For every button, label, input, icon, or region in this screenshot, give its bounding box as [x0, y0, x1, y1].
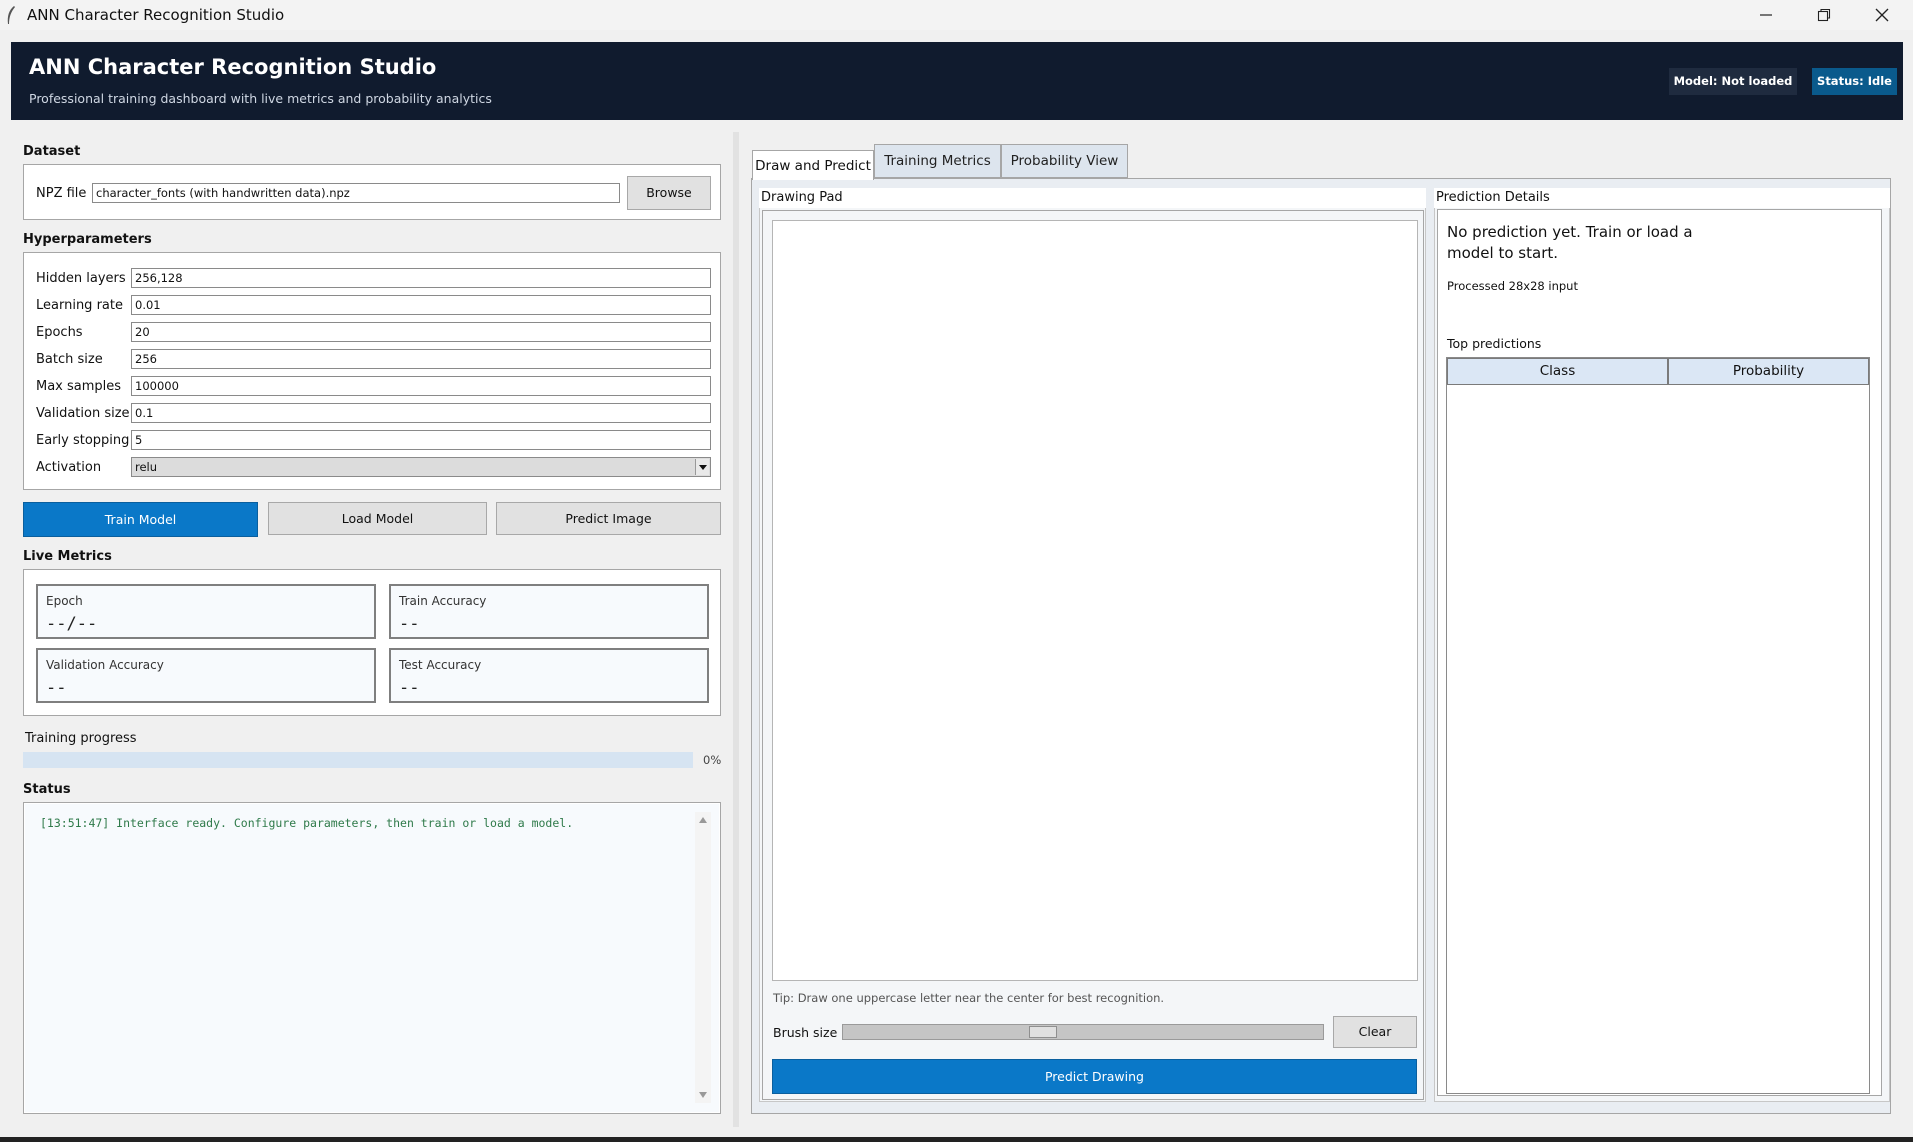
brush-size-slider-thumb[interactable]: [1029, 1026, 1057, 1038]
train-accuracy-label: Train Accuracy: [399, 594, 487, 608]
model-status-badge: Model: Not loaded: [1669, 68, 1797, 95]
tab-probability-view[interactable]: Probability View: [1001, 144, 1128, 178]
predict-drawing-button[interactable]: Predict Drawing: [772, 1059, 1417, 1094]
epoch-metric-card: Epoch --/--: [36, 584, 376, 639]
activation-value: relu: [135, 460, 158, 474]
hidden-layers-label: Hidden layers: [36, 271, 126, 286]
training-progress-bar: [23, 752, 693, 768]
minimize-icon: [1760, 14, 1772, 16]
live-metrics-frame: Epoch --/-- Train Accuracy -- Validation…: [23, 569, 721, 716]
browse-button[interactable]: Browse: [627, 176, 711, 210]
dropdown-arrow-icon[interactable]: [695, 459, 709, 475]
hyperparameters-frame: Hidden layers 256,128 Learning rate 0.01…: [23, 252, 721, 490]
window-titlebar: ANN Character Recognition Studio: [0, 0, 1913, 30]
class-column-header[interactable]: Class: [1447, 358, 1668, 385]
status-log-text: [13:51:47] Interface ready. Configure pa…: [40, 816, 574, 830]
npz-file-label: NPZ file: [36, 186, 87, 201]
test-accuracy-card: Test Accuracy --: [389, 648, 709, 703]
prediction-details-title: Prediction Details: [1436, 190, 1550, 205]
validation-accuracy-value: --: [46, 678, 67, 698]
max-samples-input[interactable]: 100000: [131, 376, 711, 396]
learning-rate-input[interactable]: 0.01: [131, 295, 711, 315]
drawing-pad-title: Drawing Pad: [761, 190, 843, 205]
epochs-label: Epochs: [36, 325, 83, 340]
bottom-edge: [0, 1137, 1913, 1142]
train-model-button[interactable]: Train Model: [23, 502, 258, 537]
predict-image-button[interactable]: Predict Image: [496, 502, 721, 535]
feather-icon: [7, 6, 15, 24]
window-title: ANN Character Recognition Studio: [27, 6, 285, 24]
prediction-message-line-1: No prediction yet. Train or load a: [1447, 223, 1693, 241]
app-header: ANN Character Recognition Studio Profess…: [11, 42, 1903, 120]
max-samples-label: Max samples: [36, 379, 122, 394]
dataset-section-label: Dataset: [23, 144, 81, 159]
processed-input-label: Processed 28x28 input: [1447, 279, 1578, 293]
early-stopping-label: Early stopping: [36, 433, 130, 448]
close-button[interactable]: [1853, 0, 1911, 30]
early-stopping-input[interactable]: 5: [131, 430, 711, 450]
validation-accuracy-label: Validation Accuracy: [46, 658, 164, 672]
prediction-message: No prediction yet. Train or load a model…: [1447, 222, 1693, 264]
panel-divider[interactable]: [733, 132, 739, 1127]
drawing-canvas[interactable]: [772, 220, 1418, 981]
train-accuracy-value: --: [399, 614, 420, 634]
drawing-tip: Tip: Draw one uppercase letter near the …: [773, 991, 1165, 1005]
status-badge: Status: Idle: [1812, 68, 1897, 95]
learning-rate-label: Learning rate: [36, 298, 123, 313]
hyperparameters-section-label: Hyperparameters: [23, 232, 152, 247]
status-log-scrollbar[interactable]: [695, 812, 711, 1103]
probability-column-header[interactable]: Probability: [1668, 358, 1869, 385]
batch-size-label: Batch size: [36, 352, 103, 367]
scroll-up-icon[interactable]: [699, 816, 707, 824]
dataset-frame: NPZ file character_fonts (with handwritt…: [23, 164, 721, 220]
close-icon: [1875, 8, 1889, 22]
test-accuracy-value: --: [399, 678, 420, 698]
tab-draw-and-predict[interactable]: Draw and Predict: [752, 150, 874, 180]
tab-training-metrics[interactable]: Training Metrics: [874, 144, 1001, 178]
brush-size-slider[interactable]: [842, 1024, 1324, 1040]
app-subtitle: Professional training dashboard with liv…: [29, 91, 492, 106]
validation-size-input[interactable]: 0.1: [131, 403, 711, 423]
drawing-pad-title-bar: [759, 188, 1426, 208]
hidden-layers-input[interactable]: 256,128: [131, 268, 711, 288]
train-accuracy-card: Train Accuracy --: [389, 584, 709, 639]
status-section-label: Status: [23, 782, 71, 797]
batch-size-input[interactable]: 256: [131, 349, 711, 369]
top-predictions-table: [1446, 357, 1870, 1094]
brush-size-label: Brush size: [773, 1025, 838, 1040]
activation-select[interactable]: relu: [131, 457, 711, 477]
restore-button[interactable]: [1795, 0, 1853, 30]
clear-button[interactable]: Clear: [1333, 1016, 1417, 1048]
minimize-button[interactable]: [1737, 0, 1795, 30]
training-progress-label: Training progress: [25, 731, 137, 746]
scroll-down-icon[interactable]: [699, 1091, 707, 1099]
npz-file-input[interactable]: character_fonts (with handwritten data).…: [92, 183, 620, 203]
activation-label: Activation: [36, 460, 102, 475]
app-title: ANN Character Recognition Studio: [29, 55, 437, 79]
load-model-button[interactable]: Load Model: [268, 502, 487, 535]
live-metrics-section-label: Live Metrics: [23, 549, 112, 564]
epoch-metric-value: --/--: [46, 614, 98, 634]
restore-icon: [1817, 8, 1831, 22]
status-log-frame: [23, 802, 721, 1114]
epochs-input[interactable]: 20: [131, 322, 711, 342]
epoch-metric-label: Epoch: [46, 594, 83, 608]
top-predictions-label: Top predictions: [1447, 336, 1542, 351]
validation-size-label: Validation size: [36, 406, 130, 421]
prediction-message-line-2: model to start.: [1447, 244, 1559, 262]
validation-accuracy-card: Validation Accuracy --: [36, 648, 376, 703]
test-accuracy-label: Test Accuracy: [399, 658, 482, 672]
training-progress-percent: 0%: [703, 753, 722, 767]
